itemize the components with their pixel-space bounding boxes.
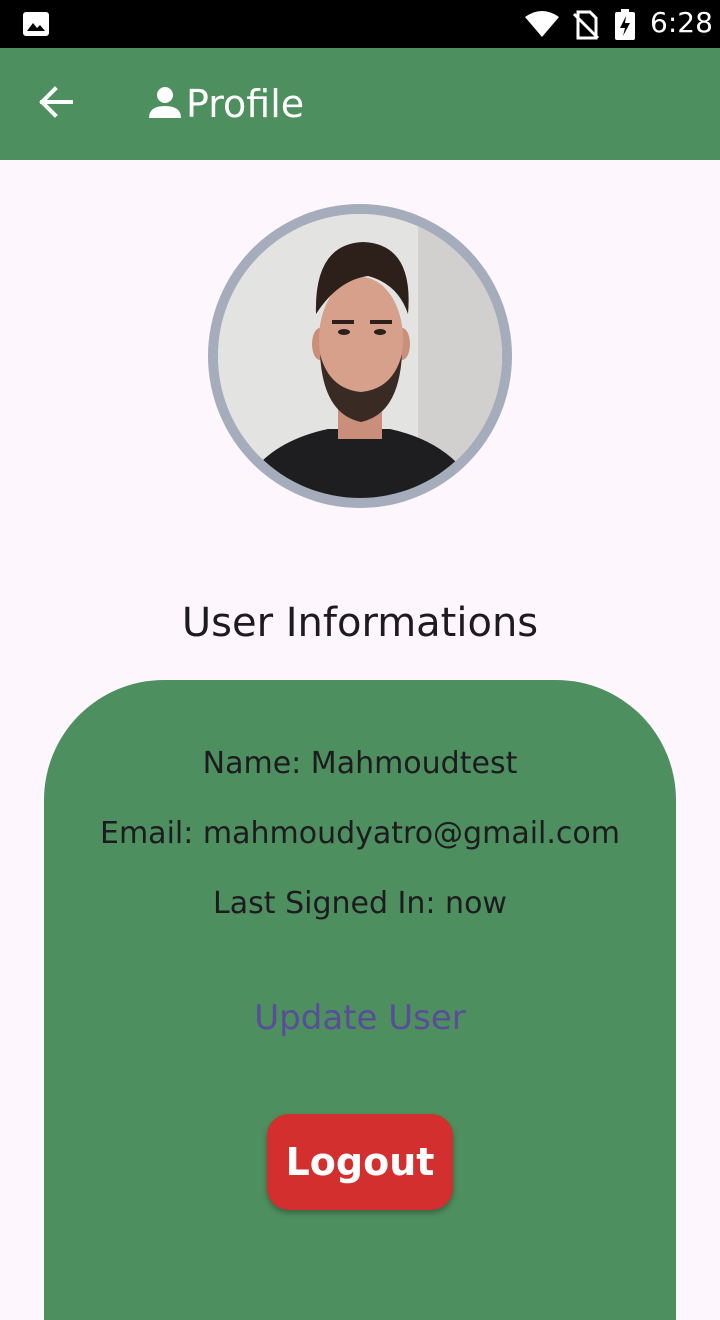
last-signed-in: Last Signed In: now [213,886,507,921]
page-title-text: Profile [186,82,305,126]
update-user-button[interactable]: Update User [44,998,676,1038]
page-title: Profile [148,78,304,130]
avatar [218,214,502,498]
arrow-back-icon [38,84,74,124]
user-info-card: Name: Mahmoudtest Email: mahmoudyatro@gm… [44,680,676,1320]
status-bar: 6:28 [0,0,720,48]
logout-button[interactable]: Logout [267,1114,453,1210]
user-name: Name: Mahmoudtest [202,746,518,781]
user-email: Email: mahmoudyatro@gmail.com [100,816,620,851]
back-button[interactable] [28,76,84,132]
avatar-frame [208,204,512,508]
no-sim-icon [572,10,600,44]
battery-charging-icon [614,9,636,45]
app-bar: Profile [0,48,720,160]
section-title: User Informations [181,600,539,646]
status-time: 6:28 [650,6,713,39]
person-icon [148,85,182,123]
wifi-icon [524,10,560,42]
gallery-icon [22,11,50,41]
